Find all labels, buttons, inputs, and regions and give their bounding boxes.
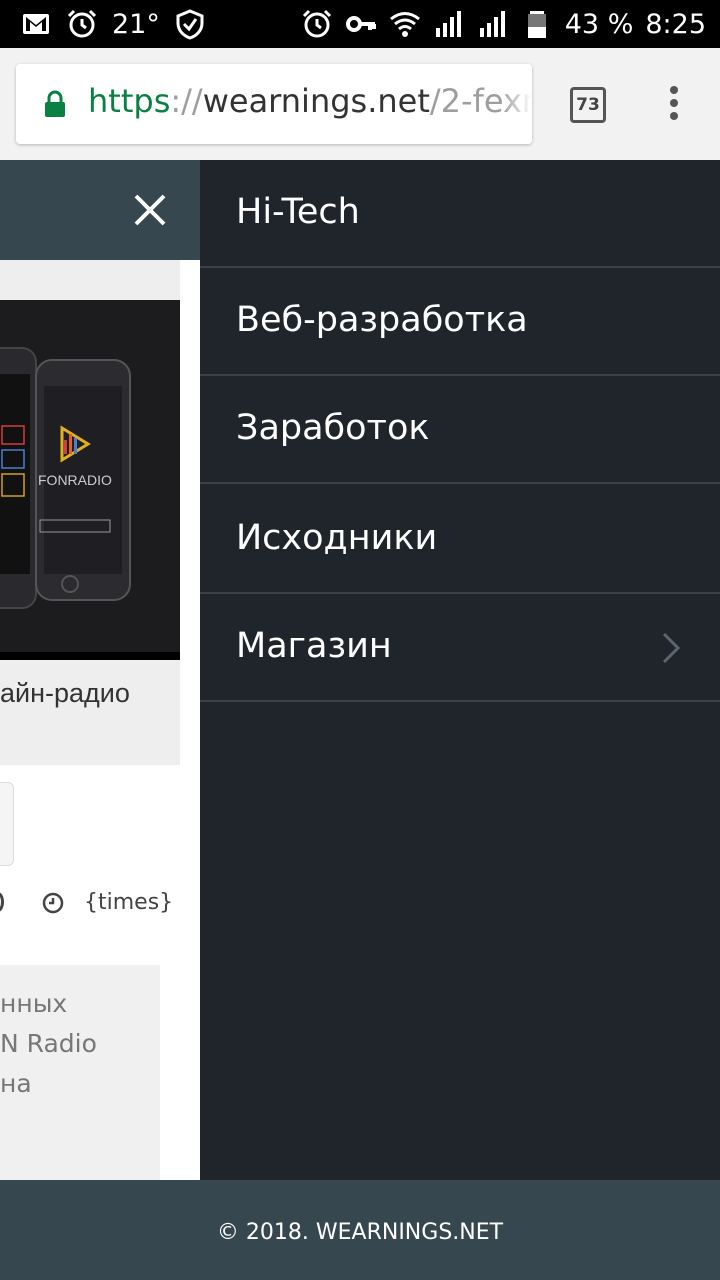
chevron-right-icon[interactable]: [660, 630, 684, 666]
excerpt-line: нных: [0, 989, 68, 1018]
url-host: wearnings.net: [202, 82, 430, 120]
gmail-icon: [23, 14, 49, 34]
key-icon: [345, 16, 376, 32]
drawer-item-sources[interactable]: Исходники: [200, 486, 720, 594]
shield-check-icon: [176, 9, 204, 40]
page-header: [0, 160, 200, 260]
read-more-button[interactable]: [0, 782, 14, 866]
article-meta: {times}: [0, 888, 200, 918]
url-text[interactable]: https://wearnings.net/2-fexnet: [88, 82, 532, 120]
clock: 8:25: [645, 8, 706, 40]
status-bar: 21° 43 % 8:25: [0, 0, 720, 48]
battery-percent: 43 %: [564, 8, 634, 40]
drawer-item-label: Веб-разработка: [236, 300, 528, 340]
status-bar-right: 43 % 8:25: [301, 8, 706, 40]
browser-toolbar: https://wearnings.net/2-fexnet 73: [0, 48, 720, 160]
excerpt-line: N Radio: [0, 1029, 97, 1058]
drawer-item-shop[interactable]: Магазин: [200, 594, 720, 702]
close-icon[interactable]: [130, 190, 170, 230]
status-bar-left: 21°: [20, 8, 206, 40]
drawer-item-hi-tech[interactable]: Hi-Tech: [200, 160, 720, 268]
url-scheme: https: [88, 82, 171, 120]
article-excerpt: нных N Radio на: [0, 965, 160, 1180]
views-icon: [0, 892, 4, 912]
signal-icon: [479, 11, 505, 37]
address-bar[interactable]: https://wearnings.net/2-fexnet: [16, 64, 532, 144]
alarm-icon: [67, 9, 97, 38]
article-title[interactable]: айн-радио: [0, 678, 130, 709]
copyright-text: © 2018. WEARNINGS.NET: [216, 1220, 504, 1245]
drawer-item-label: Hi-Tech: [236, 192, 360, 232]
article-image[interactable]: FONRADIO: [0, 300, 180, 660]
excerpt-line: на: [0, 1069, 32, 1098]
drawer-item-web-development[interactable]: Веб-разработка: [200, 268, 720, 376]
navigation-drawer: Hi-Tech Веб-разработка Заработок Исходни…: [200, 160, 720, 1180]
page-footer: © 2018. WEARNINGS.NET: [0, 1180, 720, 1280]
time-placeholder: {times}: [84, 890, 174, 915]
drawer-item-earnings[interactable]: Заработок: [200, 376, 720, 484]
alarm-icon: [302, 9, 331, 38]
temperature: 21°: [112, 8, 160, 40]
drawer-item-label: Заработок: [236, 408, 430, 448]
page-content: FONRADIO айн-радио {times} нных N Radio …: [0, 160, 200, 1180]
drawer-item-label: Исходники: [236, 518, 438, 558]
more-menu-icon[interactable]: [664, 86, 684, 126]
drawer-item-label: Магазин: [236, 626, 392, 666]
tab-switcher-button[interactable]: 73: [570, 87, 606, 123]
signal-icon: [435, 11, 461, 37]
wifi-icon: [389, 12, 420, 37]
hero-brand: FONRADIO: [38, 472, 112, 488]
url-separator: ://: [170, 82, 203, 120]
lock-icon: [45, 90, 65, 117]
clock-icon: [42, 892, 64, 914]
battery-icon: [527, 11, 546, 38]
url-fade: [502, 64, 532, 144]
